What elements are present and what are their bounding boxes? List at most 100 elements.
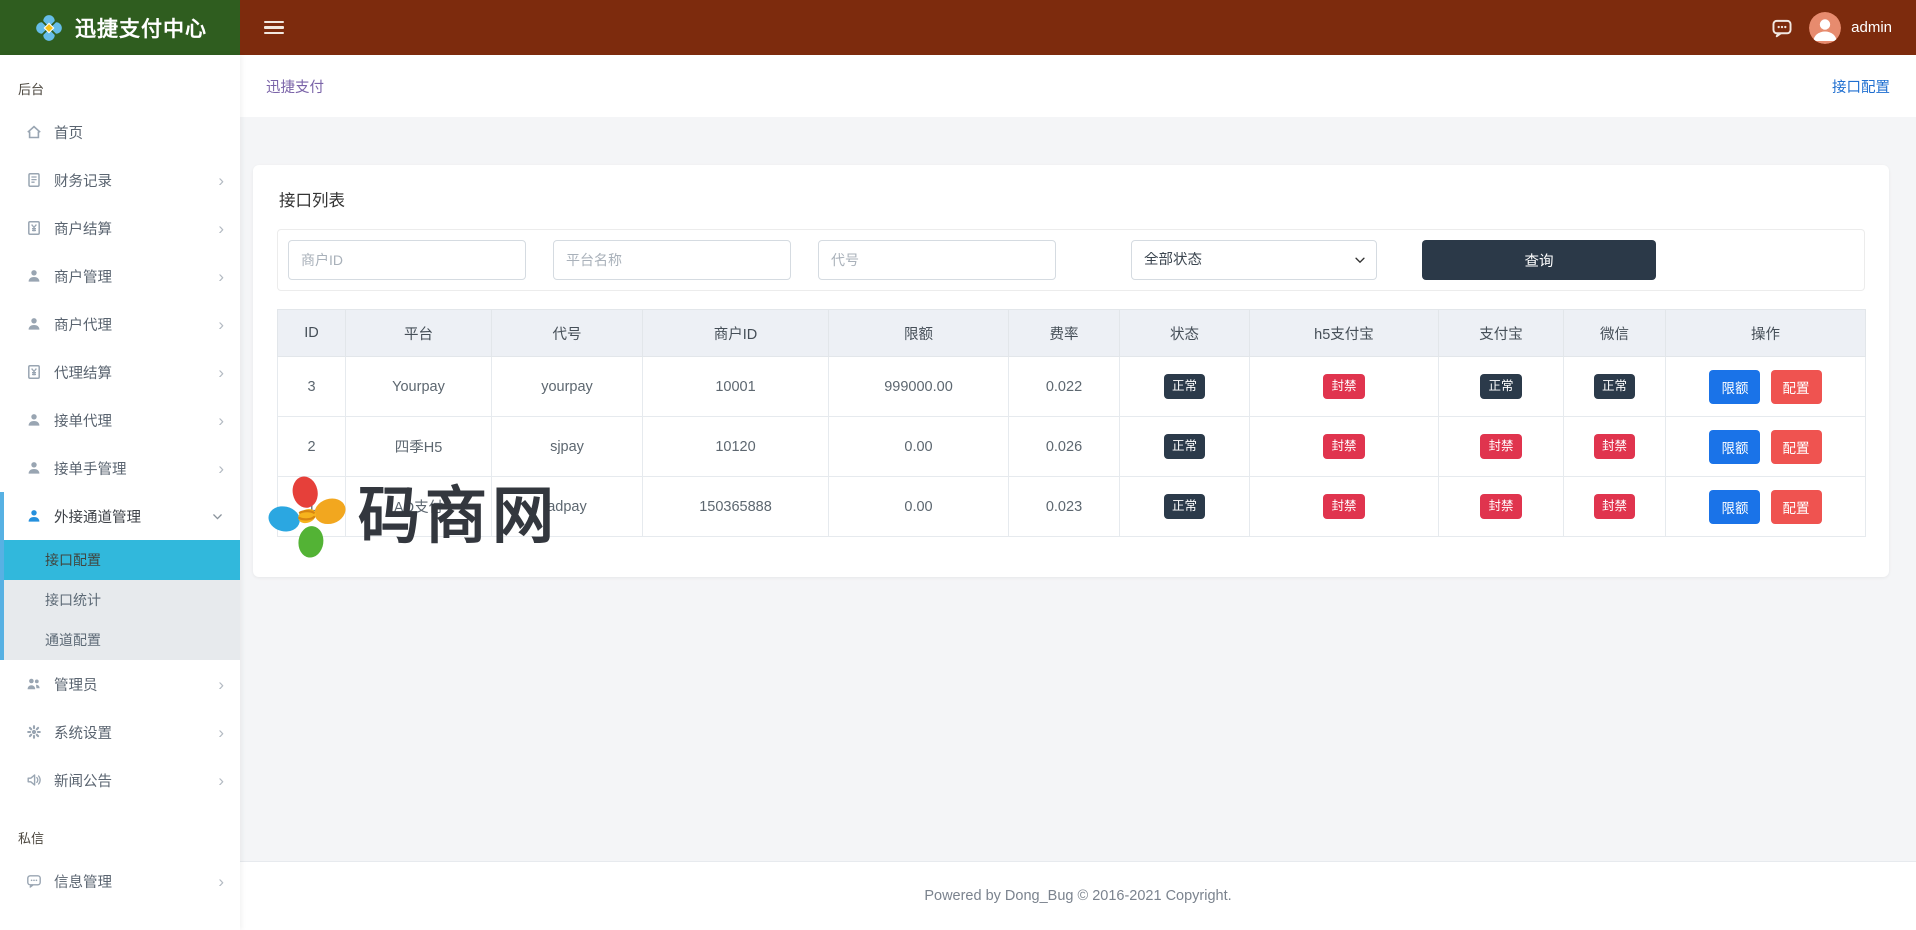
h5-alipay-badge[interactable]: 封禁 [1323,494,1364,518]
sidebar-subitem-channel-config[interactable]: 通道配置 [4,620,240,660]
user-icon [26,508,42,524]
sidebar-group-external-channels: 外接通道管理 接口配置 接口统计 通道配置 [0,492,240,660]
breadcrumb: 迅捷支付 接口配置 [240,55,1916,117]
sidebar-item-order-taker-management[interactable]: 接单手管理› [0,444,240,492]
code-input[interactable] [818,240,1056,280]
alipay-badge[interactable]: 正常 [1480,374,1521,398]
platform-name-input[interactable] [553,240,791,280]
col-rate: 费率 [1009,310,1120,357]
merchant-id-input[interactable] [288,240,526,280]
chevron-right-icon: › [218,268,224,285]
wechat-badge[interactable]: 封禁 [1594,494,1635,518]
col-status: 状态 [1120,310,1250,357]
page-title: 接口列表 [279,187,1865,211]
col-id: ID [278,310,346,357]
sidebar: 后台 首页 财务记录› 商户结算› 商户管理› 商户代理› [0,55,240,930]
chevron-down-icon [211,510,224,523]
sidebar-item-agent-settlement[interactable]: 代理结算› [0,348,240,396]
user-icon [26,412,42,428]
h5-alipay-badge[interactable]: 封禁 [1323,434,1364,458]
sidebar-item-finance-records[interactable]: 财务记录› [0,156,240,204]
sidebar-section-backend: 后台 [0,55,240,108]
chevron-right-icon: › [218,772,224,789]
sidebar-submenu: 接口配置 接口统计 通道配置 [4,540,240,660]
col-h5-alipay: h5支付宝 [1250,310,1439,357]
col-wechat: 微信 [1564,310,1666,357]
chevron-right-icon: › [218,724,224,741]
sidebar-subitem-interface-stats[interactable]: 接口统计 [4,580,240,620]
sidebar-item-home[interactable]: 首页 [0,108,240,156]
breadcrumb-current-page-link[interactable]: 接口配置 [1832,76,1890,97]
alipay-badge[interactable]: 封禁 [1480,434,1521,458]
footer-copyright: Powered by Dong_Bug © 2016-2021 Copyrigh… [924,888,1231,904]
chevron-right-icon: › [218,873,224,890]
status-select-wrap: 全部状态 [1131,240,1377,280]
chevron-right-icon: › [218,676,224,693]
avatar[interactable] [1809,12,1841,44]
status-select[interactable]: 全部状态 [1131,240,1377,280]
sidebar-item-merchant-management[interactable]: 商户管理› [0,252,240,300]
user-icon [26,268,42,284]
content-area: 接口列表 全部状态 查询 [240,117,1916,861]
bubble-icon [26,873,42,889]
sidebar-item-administrators[interactable]: 管理员› [0,660,240,708]
sidebar-toggle-icon[interactable] [264,21,284,35]
limit-button[interactable]: 限额 [1709,370,1760,404]
footer: Powered by Dong_Bug © 2016-2021 Copyrigh… [240,861,1916,930]
table-row: 2 四季H5 sjpay 10120 0.00 0.026 正常 封禁 封禁 封… [278,417,1866,477]
file-icon [26,172,42,188]
username-label[interactable]: admin [1851,19,1892,36]
sidebar-item-order-agent[interactable]: 接单代理› [0,396,240,444]
breadcrumb-link-home[interactable]: 迅捷支付 [266,76,324,97]
app-window: 迅捷支付中心 admin 后台 首页 [0,0,1916,930]
user-icon [26,316,42,332]
sidebar-item-system-settings[interactable]: 系统设置› [0,708,240,756]
sidebar-item-merchant-agent[interactable]: 商户代理› [0,300,240,348]
messages-icon[interactable] [1771,17,1793,39]
col-merchant-id: 商户ID [643,310,829,357]
sidebar-item-external-channel-management[interactable]: 外接通道管理 [4,492,240,540]
sidebar-section-messages: 私信 [0,804,240,857]
yen-icon [26,364,42,380]
chevron-right-icon: › [218,412,224,429]
table-row: 3 Yourpay yourpay 10001 999000.00 0.022 … [278,357,1866,417]
col-actions: 操作 [1666,310,1866,357]
main-area: 迅捷支付 接口配置 接口列表 全部状态 [240,55,1916,930]
limit-button[interactable]: 限额 [1709,490,1760,524]
col-alipay: 支付宝 [1439,310,1564,357]
brand-area[interactable]: 迅捷支付中心 [0,0,240,55]
sidebar-item-merchant-settlement[interactable]: 商户结算› [0,204,240,252]
col-platform: 平台 [346,310,492,357]
wechat-badge[interactable]: 正常 [1594,374,1635,398]
config-button[interactable]: 配置 [1771,490,1822,524]
status-badge[interactable]: 正常 [1164,374,1205,398]
config-button[interactable]: 配置 [1771,370,1822,404]
home-icon [26,124,42,140]
yen-icon [26,220,42,236]
wechat-badge[interactable]: 封禁 [1594,434,1635,458]
sidebar-item-message-management[interactable]: 信息管理› [0,857,240,905]
h5-alipay-badge[interactable]: 封禁 [1323,374,1364,398]
status-badge[interactable]: 正常 [1164,434,1205,458]
chevron-right-icon: › [218,220,224,237]
alipay-badge[interactable]: 封禁 [1480,494,1521,518]
top-bar-main: admin [240,0,1916,55]
chevron-right-icon: › [218,172,224,189]
status-badge[interactable]: 正常 [1164,494,1205,518]
gear-icon [26,724,42,740]
speaker-icon [26,772,42,788]
table-header-row: ID 平台 代号 商户ID 限额 费率 状态 h5支付宝 支付宝 微信 操作 [278,310,1866,357]
config-button[interactable]: 配置 [1771,430,1822,464]
filter-bar: 全部状态 查询 [277,229,1865,291]
limit-button[interactable]: 限额 [1709,430,1760,464]
chevron-right-icon: › [218,316,224,333]
chevron-right-icon: › [218,364,224,381]
query-button[interactable]: 查询 [1422,240,1656,280]
user-icon [26,460,42,476]
users-icon [26,676,42,692]
col-code: 代号 [492,310,643,357]
sidebar-subitem-interface-config[interactable]: 接口配置 [4,540,240,580]
top-bar: 迅捷支付中心 admin [0,0,1916,55]
sidebar-item-news-announcements[interactable]: 新闻公告› [0,756,240,804]
brand-title: 迅捷支付中心 [75,13,207,43]
